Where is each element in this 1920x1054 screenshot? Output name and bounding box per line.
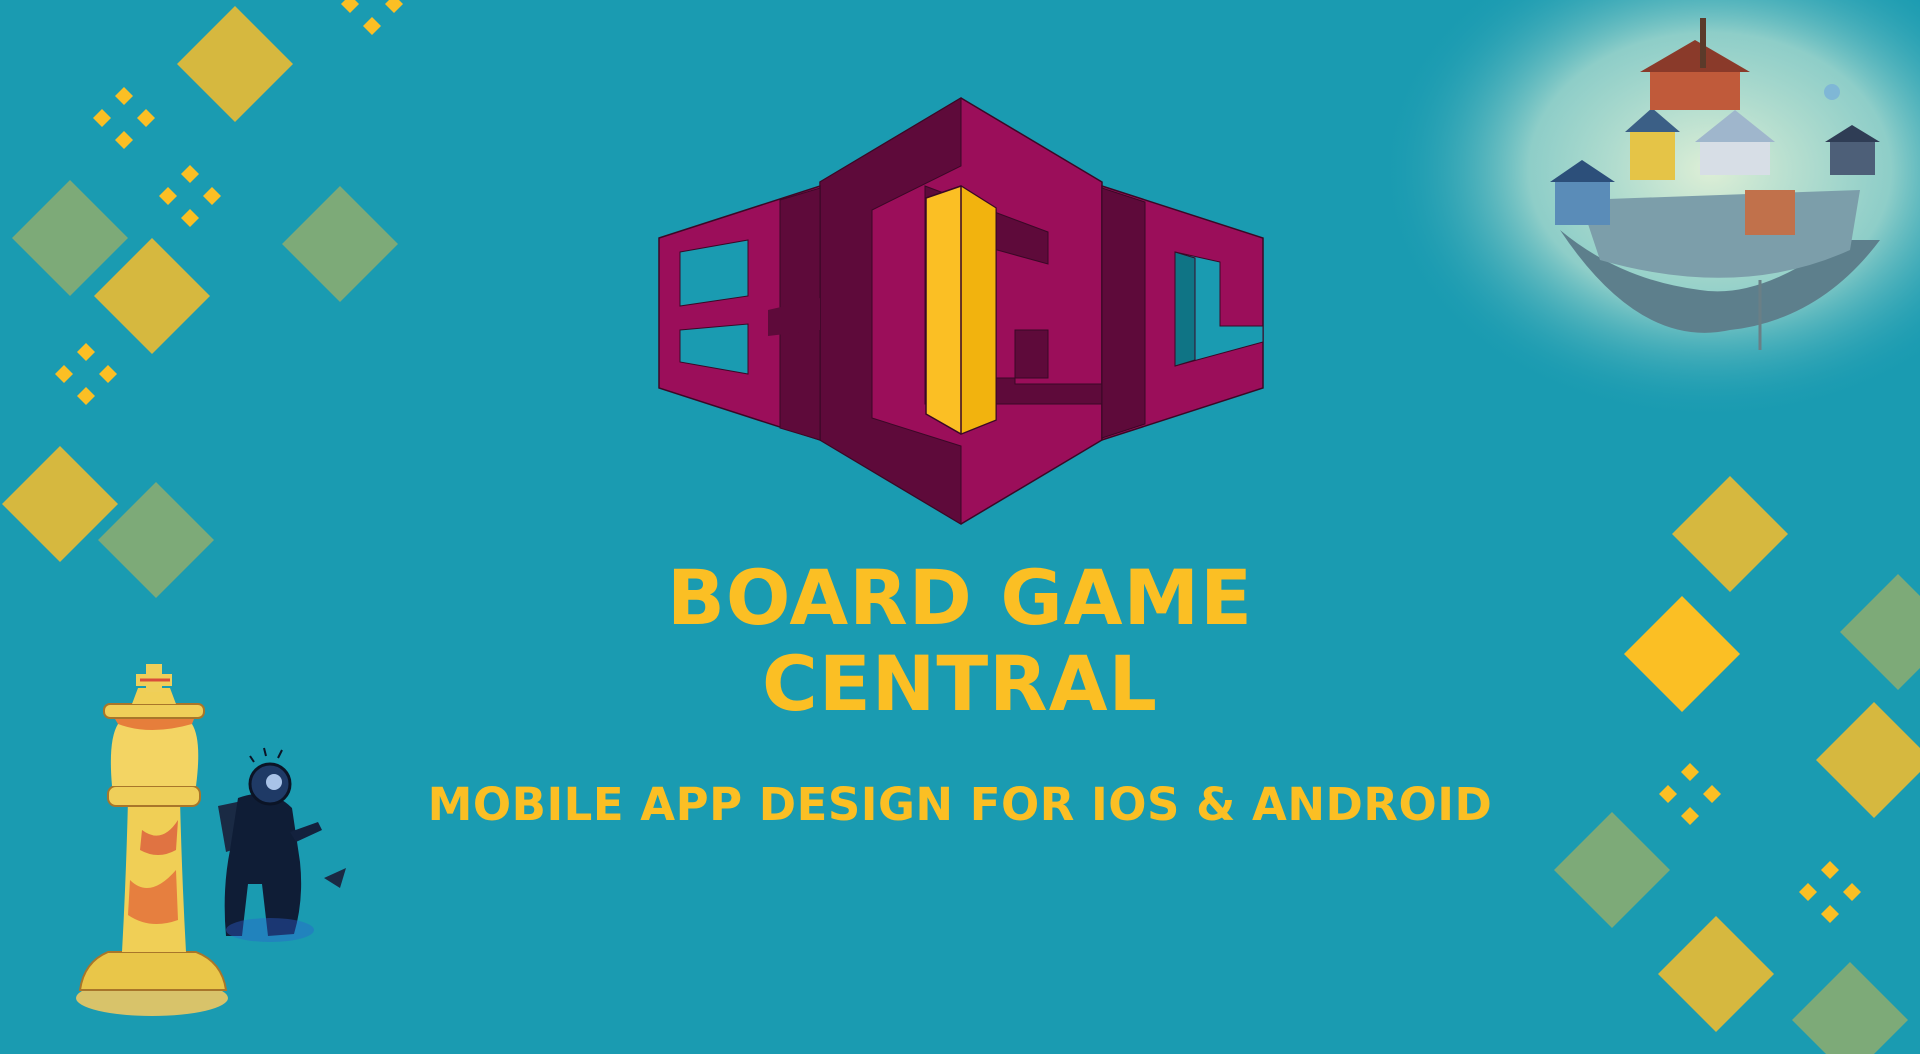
diver-figure [218, 747, 346, 942]
app-title-line-2: CENTRAL [762, 639, 1158, 728]
chess-illustrations [76, 664, 346, 1016]
app-subtitle: MOBILE APP DESIGN FOR IOS & ANDROID [427, 778, 1493, 831]
app-title-line-1: BOARD GAME [666, 553, 1254, 642]
